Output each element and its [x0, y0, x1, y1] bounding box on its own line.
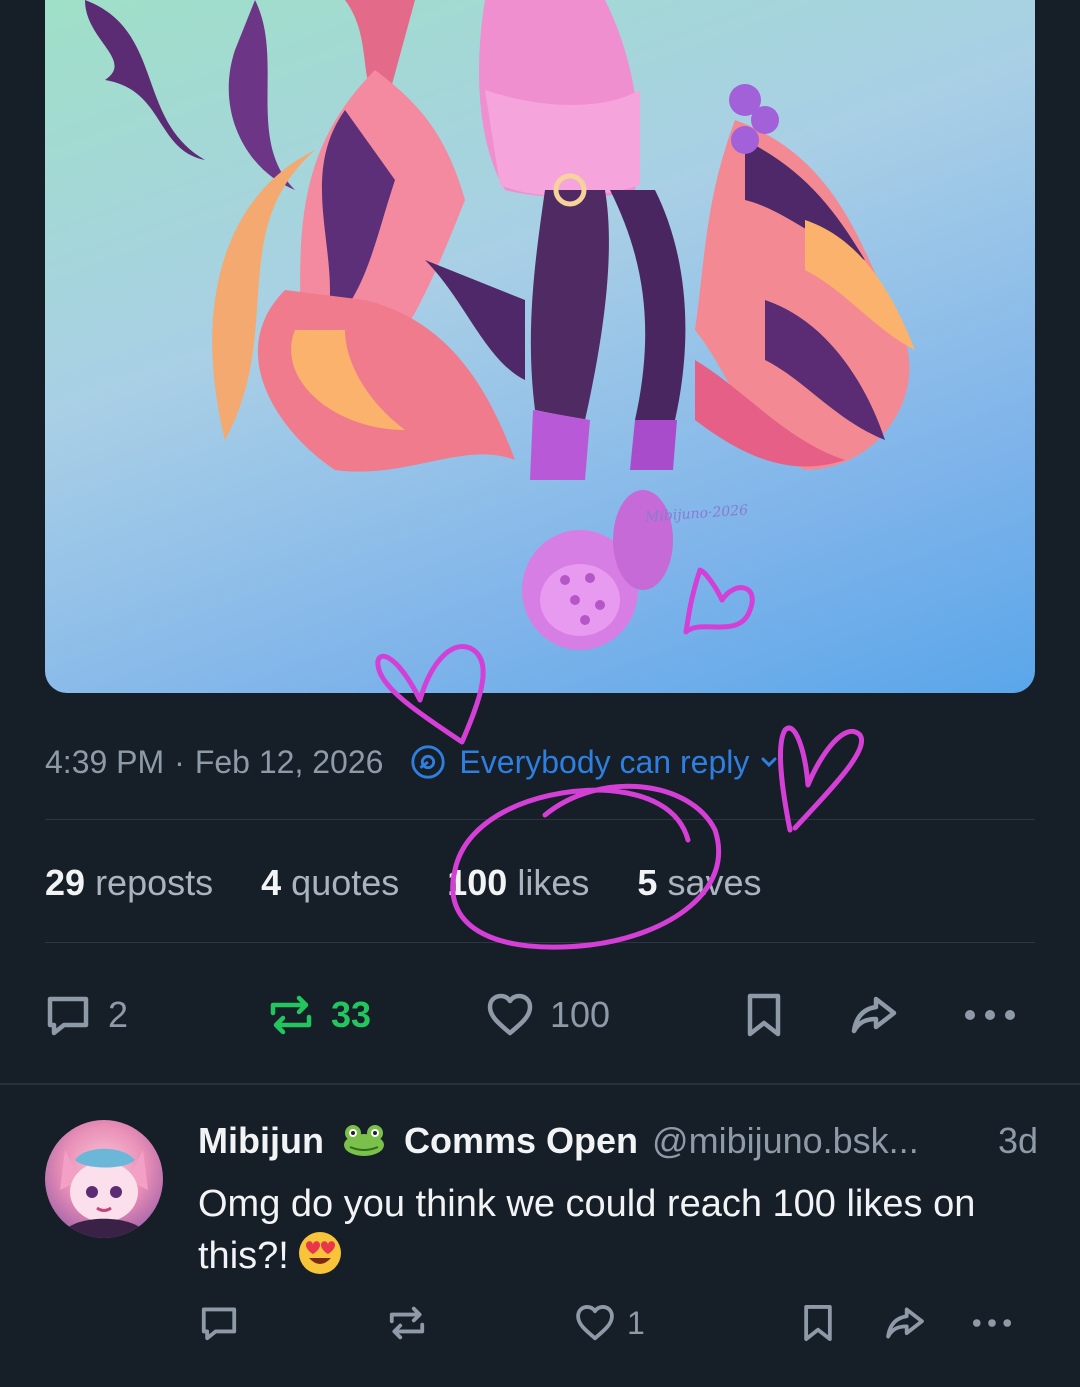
section-divider	[0, 1083, 1080, 1085]
chevron-down-icon	[761, 757, 777, 768]
reply-action-bar: 1	[0, 1298, 1080, 1348]
like-count: 100	[550, 994, 611, 1035]
reply-button[interactable]: 2	[42, 985, 128, 1045]
frog-emoji-icon	[342, 1120, 386, 1162]
reply-author-name[interactable]: Mibijun Comms Open	[198, 1120, 638, 1162]
share-arrow-icon	[886, 1307, 924, 1339]
ellipsis-icon	[972, 1319, 1012, 1327]
reply-repost-button[interactable]	[385, 1298, 429, 1348]
reply-author-handle[interactable]: @mibijuno.bsk...	[652, 1120, 919, 1162]
reposts-count: 29	[45, 862, 86, 903]
saves-stat[interactable]: 5 saves	[637, 862, 761, 904]
reply-body: Omg do you think we could reach 100 like…	[198, 1178, 1028, 1290]
reply-save-button[interactable]	[796, 1298, 840, 1348]
post-date: Feb 12, 2026	[194, 743, 384, 780]
artwork-illustration	[85, 0, 915, 650]
reposts-stat[interactable]: 29 reposts	[45, 862, 213, 904]
repost-icon	[389, 1306, 425, 1340]
likes-stat[interactable]: 100 likes	[447, 862, 589, 904]
author-name-part1: Mibijun	[198, 1120, 324, 1161]
share-button[interactable]	[848, 985, 900, 1045]
post-action-bar: 2 33 100	[0, 985, 1080, 1045]
author-name-part2: Comms Open	[404, 1120, 639, 1161]
bookmark-icon	[747, 993, 781, 1037]
reply-reply-button[interactable]	[197, 1298, 241, 1348]
divider	[45, 819, 1035, 820]
heart-eyes-emoji-icon	[297, 1230, 343, 1290]
ellipsis-icon	[965, 1010, 1015, 1020]
reply-more-options-button[interactable]	[970, 1298, 1014, 1348]
quotes-stat[interactable]: 4 quotes	[261, 862, 399, 904]
separator-dot: ·	[174, 743, 185, 780]
more-options-button[interactable]	[960, 985, 1020, 1045]
reply-avatar[interactable]	[45, 1120, 163, 1238]
saves-label: saves	[667, 862, 762, 903]
share-arrow-icon	[851, 996, 897, 1034]
reposts-label: reposts	[95, 862, 214, 903]
post-timestamp-row: 4:39 PM · Feb 12, 2026 Everybody can rep…	[45, 743, 779, 781]
post-time: 4:39 PM	[45, 743, 165, 780]
reply-share-button[interactable]	[883, 1298, 927, 1348]
quotes-label: quotes	[291, 862, 400, 903]
saves-count: 5	[637, 862, 658, 903]
reply-count: 2	[108, 994, 129, 1035]
reply-setting-button[interactable]: Everybody can reply	[409, 743, 779, 781]
post-image[interactable]: Mibijuno·2026	[45, 0, 1035, 693]
doodle-heart-right	[778, 725, 864, 833]
repost-icon	[270, 995, 312, 1035]
reply-header: Mibijun Comms Open @mibijuno.bsk... 3d	[198, 1120, 1038, 1162]
reply-like-button[interactable]: 1	[573, 1298, 645, 1348]
reply-icon	[47, 996, 89, 1036]
likes-count: 100	[447, 862, 508, 903]
engagement-stats: 29 reposts 4 quotes 100 likes 5 saves	[45, 862, 809, 904]
like-button[interactable]: 100	[484, 985, 610, 1045]
reply-setting-label: Everybody can reply	[459, 743, 750, 780]
likes-label: likes	[517, 862, 590, 903]
repost-button[interactable]: 33	[265, 985, 371, 1045]
bookmark-icon	[804, 1305, 832, 1341]
repost-count: 33	[331, 994, 372, 1035]
divider	[45, 942, 1035, 943]
globe-reply-icon	[411, 745, 446, 779]
reply-icon	[201, 1307, 237, 1341]
heart-icon	[576, 1305, 614, 1341]
heart-icon	[487, 993, 533, 1036]
avatar-illustration	[60, 1148, 148, 1238]
quotes-count: 4	[261, 862, 282, 903]
save-button[interactable]	[738, 985, 790, 1045]
reply-like-count: 1	[627, 1304, 645, 1341]
reply-time: 3d	[997, 1120, 1038, 1161]
